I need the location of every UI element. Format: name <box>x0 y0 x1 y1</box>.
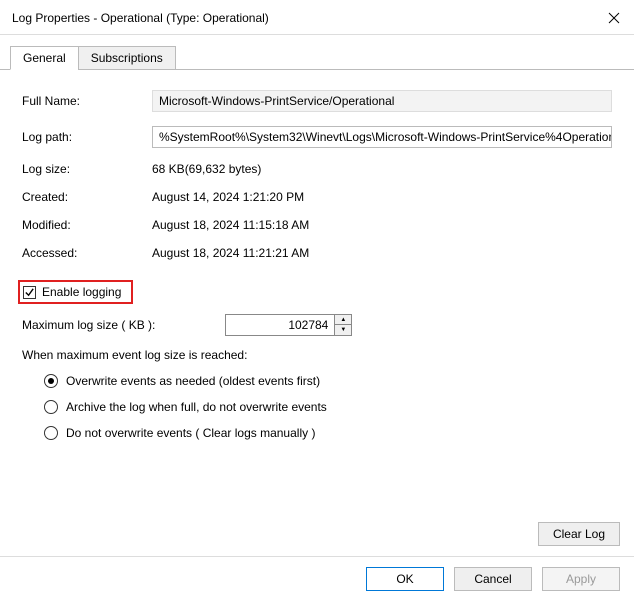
max-size-label: Maximum log size ( KB ): <box>22 318 155 332</box>
log-path-input[interactable]: %SystemRoot%\System32\Winevt\Logs\Micros… <box>152 126 612 148</box>
radio-icon <box>44 426 58 440</box>
enable-logging-label: Enable logging <box>42 285 121 299</box>
spinner-down-icon[interactable]: ▼ <box>335 325 351 335</box>
close-icon[interactable] <box>604 8 624 28</box>
radio-icon <box>44 400 58 414</box>
accessed-value: August 18, 2024 11:21:21 AM <box>152 246 620 260</box>
full-name-label: Full Name: <box>22 94 152 108</box>
when-max-label: When maximum event log size is reached: <box>22 348 620 362</box>
tabs: General Subscriptions <box>0 35 634 70</box>
created-value: August 14, 2024 1:21:20 PM <box>152 190 620 204</box>
accessed-label: Accessed: <box>22 246 152 260</box>
clear-log-button[interactable]: Clear Log <box>538 522 620 546</box>
log-size-label: Log size: <box>22 162 152 176</box>
enable-logging-checkbox[interactable]: Enable logging <box>18 280 133 304</box>
radio-archive[interactable]: Archive the log when full, do not overwr… <box>44 400 620 414</box>
window-title: Log Properties - Operational (Type: Oper… <box>12 11 269 25</box>
ok-button[interactable]: OK <box>366 567 444 591</box>
tab-subscriptions[interactable]: Subscriptions <box>78 46 176 70</box>
radio-overwrite[interactable]: Overwrite events as needed (oldest event… <box>44 374 620 388</box>
log-size-value: 68 KB(69,632 bytes) <box>152 162 620 176</box>
log-path-label: Log path: <box>22 130 152 144</box>
tab-general[interactable]: General <box>10 46 79 70</box>
modified-value: August 18, 2024 11:15:18 AM <box>152 218 620 232</box>
radio-archive-label: Archive the log when full, do not overwr… <box>66 400 327 414</box>
apply-button: Apply <box>542 567 620 591</box>
checkbox-icon <box>23 286 36 299</box>
max-size-input[interactable]: 102784 <box>225 314 335 336</box>
radio-do-not-overwrite-label: Do not overwrite events ( Clear logs man… <box>66 426 315 440</box>
created-label: Created: <box>22 190 152 204</box>
radio-icon <box>44 374 58 388</box>
cancel-button[interactable]: Cancel <box>454 567 532 591</box>
spinner-up-icon[interactable]: ▲ <box>335 315 351 325</box>
radio-do-not-overwrite[interactable]: Do not overwrite events ( Clear logs man… <box>44 426 620 440</box>
modified-label: Modified: <box>22 218 152 232</box>
max-size-spinner[interactable]: ▲ ▼ <box>335 314 352 336</box>
radio-overwrite-label: Overwrite events as needed (oldest event… <box>66 374 320 388</box>
full-name-value: Microsoft-Windows-PrintService/Operation… <box>152 90 612 112</box>
